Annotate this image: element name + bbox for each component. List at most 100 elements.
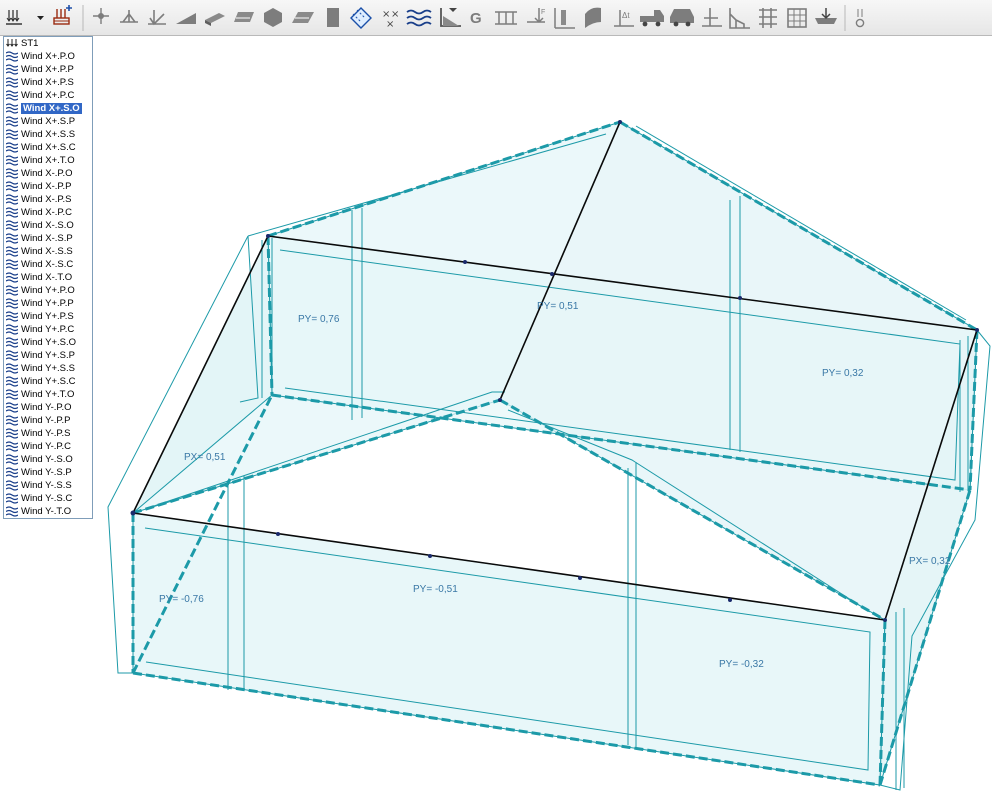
load-case-label: Wind Y-.S.C [21,493,73,504]
load-case-item[interactable]: Wind Y-.P.C [4,440,92,453]
node[interactable] [883,618,887,622]
trapezoid-load-icon[interactable] [495,11,517,25]
load-case-label: Wind X+.P.O [21,51,75,62]
node[interactable] [463,260,467,264]
load-case-item[interactable]: Wind X-.S.O [4,219,92,232]
wind-load-icon [6,233,18,244]
temperature-load-icon[interactable]: Δt [614,10,634,27]
load-case-item[interactable]: Wind Y-.S.C [4,492,92,505]
node[interactable] [738,296,742,300]
wind-load-icon [6,207,18,218]
load-case-item[interactable]: Wind Y+.P.S [4,310,92,323]
wind-load-icon [6,415,18,426]
displacement-load-icon[interactable] [702,8,722,27]
load-case-item[interactable]: Wind Y+.P.C [4,323,92,336]
support-load-icon[interactable] [148,10,166,26]
solid-load-icon[interactable] [264,8,282,27]
load-case-label: Wind Y-.T.O [21,506,72,517]
frame-load-icon[interactable] [729,8,750,29]
planar-load-icon[interactable] [292,12,314,23]
load-case-item[interactable]: Wind X+.S.S [4,128,92,141]
body-force-icon[interactable] [585,7,601,28]
vehicle-load-icon[interactable] [670,9,694,27]
node[interactable] [428,554,432,558]
structure-view[interactable]: PY= 0,76 PY= 0,51 PY= 0,32 PX= 0,51 PY= … [0,36,992,806]
node[interactable] [578,576,582,580]
load-case-item[interactable]: Wind Y+.P.O [4,284,92,297]
node[interactable] [266,234,270,238]
load-case-item[interactable]: Wind X-.P.C [4,206,92,219]
wind-load-icon[interactable] [350,7,372,29]
load-case-item[interactable]: Wind Y+.T.O [4,388,92,401]
load-case-item[interactable]: Wind Y-.P.O [4,401,92,414]
load-case-item[interactable]: Wind X+.P.P [4,63,92,76]
node[interactable] [498,398,502,402]
load-case-item[interactable]: Wind X+.S.P [4,115,92,128]
surface-load-icon[interactable] [205,13,225,26]
linear-load-icon[interactable] [176,13,196,24]
load-case-item[interactable]: Wind Y-.P.P [4,414,92,427]
load-case-item[interactable]: Wind X+.P.O [4,50,92,63]
load-case-item[interactable]: Wind X-.P.P [4,180,92,193]
roof-load-icon[interactable] [815,8,837,24]
wave-load-icon[interactable] [406,9,432,27]
nodal-load-icon[interactable] [93,8,109,24]
load-case-label: Wind Y-.P.S [21,428,71,439]
add-load-case-icon[interactable] [53,5,72,25]
load-case-item[interactable]: Wind X+.P.C [4,89,92,102]
dropdown-arrow-icon[interactable] [37,16,44,20]
load-case-item[interactable]: Wind X-.P.S [4,193,92,206]
load-parameters-icon[interactable] [855,9,865,28]
hydrostatic-load-icon[interactable] [440,8,461,27]
point-force-icon[interactable]: F [527,8,545,24]
load-case-label: Wind X+.P.C [21,90,75,101]
moving-load-icon[interactable] [640,10,664,27]
svg-text:F: F [541,9,545,16]
thermal-load-icon[interactable] [554,8,575,29]
load-case-item[interactable]: Wind X-.T.O [4,271,92,284]
member-load-icon[interactable] [120,10,138,23]
load-case-label: Wind X-.P.C [21,207,73,218]
mesh-load-icon[interactable] [759,8,777,28]
wind-load-icon [6,441,18,452]
load-label-roof-right: PY= 0,32 [822,368,864,379]
load-case-item-selected[interactable]: Wind X+.S.O [4,102,92,115]
load-case-item[interactable]: Wind Y+.S.S [4,362,92,375]
load-case-item[interactable]: Wind X+.T.O [4,154,92,167]
svg-text:×: × [386,19,394,30]
panel-load-icon[interactable] [234,12,254,22]
load-case-item[interactable]: Wind Y-.S.S [4,479,92,492]
load-case-item[interactable]: Wind X-.S.S [4,245,92,258]
grid-load-icon[interactable] [787,8,807,28]
load-case-item[interactable]: Wind Y-.P.S [4,427,92,440]
load-case-item[interactable]: Wind X+.P.S [4,76,92,89]
load-case-item[interactable]: Wind X-.S.C [4,258,92,271]
load-case-label: Wind X+.S.P [21,116,76,127]
model-viewport[interactable]: PY= 0,76 PY= 0,51 PY= 0,32 PX= 0,51 PY= … [0,36,992,806]
load-case-item[interactable]: Wind Y-.S.O [4,453,92,466]
load-case-item[interactable]: Wind Y+.P.P [4,297,92,310]
self-weight-icon[interactable]: G [470,10,482,27]
load-case-item[interactable]: Wind Y+.S.P [4,349,92,362]
node[interactable] [618,120,622,124]
wind-load-icon [6,155,18,166]
load-case-item[interactable]: Wind Y-.S.P [4,466,92,479]
load-case-item[interactable]: Wind Y+.S.O [4,336,92,349]
load-case-item[interactable]: Wind X-.S.P [4,232,92,245]
load-case-item[interactable]: Wind X-.P.O [4,167,92,180]
load-case-list[interactable]: ST1 Wind X+.P.O Wind X+.P.P Wind X+.P.S Wind… [3,36,93,519]
load-case-label: Wind Y+.S.P [21,350,75,361]
node[interactable] [276,532,280,536]
node[interactable] [130,510,136,516]
block-load-icon[interactable] [327,8,339,27]
load-case-item[interactable]: Wind X+.S.C [4,141,92,154]
snow-load-icon[interactable]: × × × [382,9,399,30]
load-case-item[interactable]: Wind Y-.T.O [4,505,92,518]
load-cases-icon[interactable] [6,10,22,25]
wind-load-icon [6,454,18,465]
load-case-item[interactable]: Wind Y+.S.C [4,375,92,388]
node[interactable] [550,272,554,276]
node[interactable] [728,598,732,602]
node[interactable] [975,328,979,332]
load-case-item[interactable]: ST1 [4,37,92,50]
